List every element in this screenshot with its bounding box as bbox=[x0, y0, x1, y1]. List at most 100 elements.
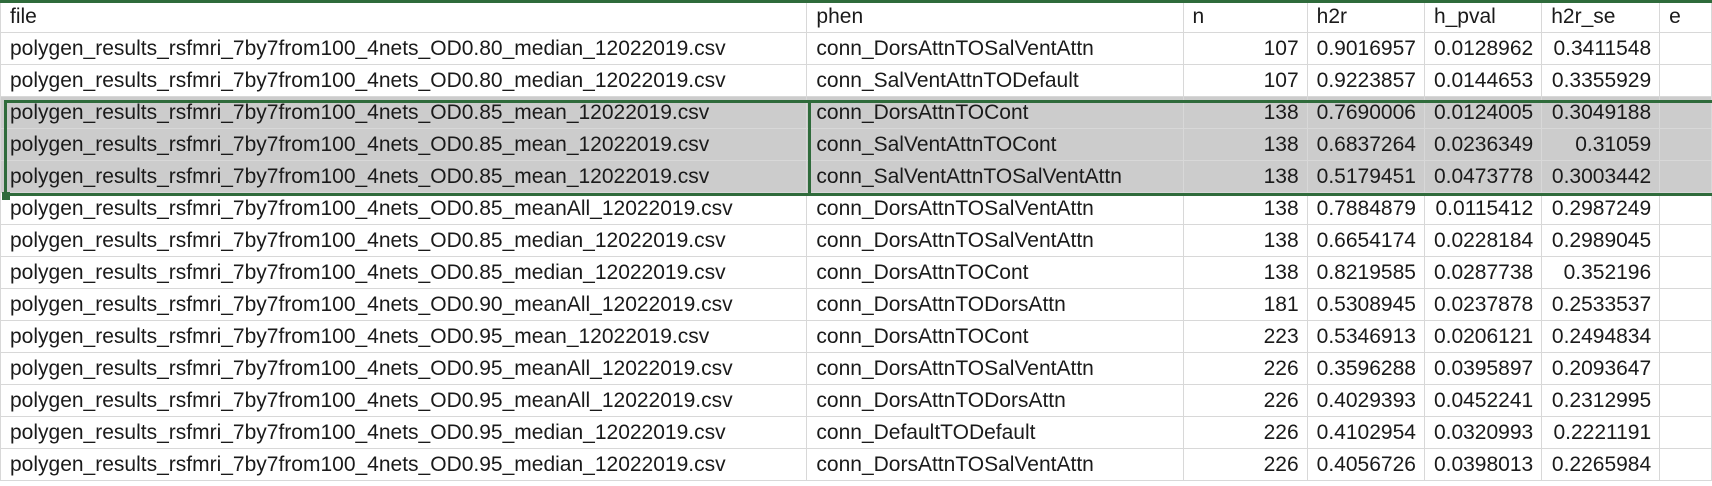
cell-extra[interactable] bbox=[1659, 352, 1712, 385]
cell-n[interactable]: 226 bbox=[1182, 384, 1308, 417]
cell-h-pval[interactable]: 0.0452241 bbox=[1423, 384, 1543, 417]
cell-h2r[interactable]: 0.9016957 bbox=[1306, 32, 1425, 65]
cell-phen[interactable]: conn_DorsAttnTOSalVentAttn bbox=[806, 192, 1184, 225]
cell-extra[interactable] bbox=[1659, 96, 1712, 129]
cell-h2r-se[interactable]: 0.3049188 bbox=[1541, 96, 1661, 129]
cell-file[interactable]: polygen_results_rsfmri_7by7from100_4nets… bbox=[0, 448, 808, 481]
cell-phen[interactable]: conn_DorsAttnTODorsAttn bbox=[806, 288, 1184, 321]
cell-h2r-se[interactable]: 0.2533537 bbox=[1541, 288, 1661, 321]
cell-h2r-se[interactable]: 0.2265984 bbox=[1541, 448, 1661, 481]
cell-phen[interactable]: conn_DorsAttnTOSalVentAttn bbox=[806, 448, 1184, 481]
cell-file[interactable]: polygen_results_rsfmri_7by7from100_4nets… bbox=[0, 96, 808, 129]
cell-h-pval[interactable]: 0.0128962 bbox=[1423, 32, 1543, 65]
cell-h-pval[interactable]: 0.0228184 bbox=[1423, 224, 1543, 257]
cell-file[interactable]: polygen_results_rsfmri_7by7from100_4nets… bbox=[0, 128, 808, 161]
cell-h-pval[interactable]: 0.0287738 bbox=[1423, 256, 1543, 289]
cell-h2r-se[interactable]: 0.2221191 bbox=[1541, 416, 1661, 449]
cell-extra[interactable] bbox=[1659, 448, 1712, 481]
cell-n[interactable]: 138 bbox=[1182, 256, 1308, 289]
cell-h2r-se[interactable]: 0.3003442 bbox=[1541, 160, 1661, 193]
cell-phen[interactable]: conn_DorsAttnTOCont bbox=[806, 256, 1184, 289]
cell-h2r[interactable]: 0.3596288 bbox=[1306, 352, 1425, 385]
cell-h2r[interactable]: 0.5308945 bbox=[1306, 288, 1425, 321]
cell-h2r[interactable]: 0.5179451 bbox=[1306, 160, 1425, 193]
cell-extra[interactable] bbox=[1659, 288, 1712, 321]
cell-n[interactable]: 138 bbox=[1182, 128, 1308, 161]
cell-h-pval[interactable]: 0.0473778 bbox=[1423, 160, 1543, 193]
cell-file[interactable]: polygen_results_rsfmri_7by7from100_4nets… bbox=[0, 32, 808, 65]
cell-extra[interactable] bbox=[1659, 128, 1712, 161]
cell-h-pval[interactable]: 0.0398013 bbox=[1423, 448, 1543, 481]
cell-n[interactable]: 223 bbox=[1182, 320, 1308, 353]
cell-phen[interactable]: conn_SalVentAttnTODefault bbox=[806, 64, 1184, 97]
cell-extra[interactable] bbox=[1659, 320, 1712, 353]
cell-phen[interactable]: conn_DorsAttnTOCont bbox=[806, 96, 1184, 129]
cell-extra[interactable] bbox=[1659, 160, 1712, 193]
fill-handle[interactable] bbox=[2, 192, 10, 200]
cell-h2r[interactable]: 0.7690006 bbox=[1306, 96, 1425, 129]
cell-file[interactable]: polygen_results_rsfmri_7by7from100_4nets… bbox=[0, 288, 808, 321]
cell-h2r-se[interactable]: 0.3411548 bbox=[1541, 32, 1661, 65]
header-cell-extra[interactable]: e bbox=[1659, 0, 1712, 33]
cell-file[interactable]: polygen_results_rsfmri_7by7from100_4nets… bbox=[0, 352, 808, 385]
cell-n[interactable]: 226 bbox=[1182, 416, 1308, 449]
cell-extra[interactable] bbox=[1659, 32, 1712, 65]
cell-h2r[interactable]: 0.4102954 bbox=[1306, 416, 1425, 449]
cell-h2r-se[interactable]: 0.2494834 bbox=[1541, 320, 1661, 353]
cell-file[interactable]: polygen_results_rsfmri_7by7from100_4nets… bbox=[0, 416, 808, 449]
cell-h2r[interactable]: 0.5346913 bbox=[1306, 320, 1425, 353]
cell-h2r[interactable]: 0.4056726 bbox=[1306, 448, 1425, 481]
cell-h-pval[interactable]: 0.0237878 bbox=[1423, 288, 1543, 321]
cell-h2r[interactable]: 0.9223857 bbox=[1306, 64, 1425, 97]
cell-h2r-se[interactable]: 0.2093647 bbox=[1541, 352, 1661, 385]
cell-phen[interactable]: conn_DefaultTODefault bbox=[806, 416, 1184, 449]
cell-extra[interactable] bbox=[1659, 384, 1712, 417]
cell-n[interactable]: 226 bbox=[1182, 352, 1308, 385]
cell-extra[interactable] bbox=[1659, 224, 1712, 257]
cell-phen[interactable]: conn_SalVentAttnTOSalVentAttn bbox=[806, 160, 1184, 193]
cell-phen[interactable]: conn_DorsAttnTOSalVentAttn bbox=[806, 352, 1184, 385]
cell-h2r-se[interactable]: 0.2989045 bbox=[1541, 224, 1661, 257]
cell-h2r[interactable]: 0.4029393 bbox=[1306, 384, 1425, 417]
cell-h2r-se[interactable]: 0.3355929 bbox=[1541, 64, 1661, 97]
cell-file[interactable]: polygen_results_rsfmri_7by7from100_4nets… bbox=[0, 320, 808, 353]
cell-file[interactable]: polygen_results_rsfmri_7by7from100_4nets… bbox=[0, 192, 808, 225]
cell-h2r[interactable]: 0.6654174 bbox=[1306, 224, 1425, 257]
cell-extra[interactable] bbox=[1659, 416, 1712, 449]
cell-h-pval[interactable]: 0.0124005 bbox=[1423, 96, 1543, 129]
cell-h2r[interactable]: 0.6837264 bbox=[1306, 128, 1425, 161]
cell-h-pval[interactable]: 0.0395897 bbox=[1423, 352, 1543, 385]
cell-n[interactable]: 138 bbox=[1182, 160, 1308, 193]
header-cell-n[interactable]: n bbox=[1182, 0, 1308, 33]
cell-file[interactable]: polygen_results_rsfmri_7by7from100_4nets… bbox=[0, 224, 808, 257]
cell-phen[interactable]: conn_DorsAttnTODorsAttn bbox=[806, 384, 1184, 417]
header-cell-phen[interactable]: phen bbox=[806, 0, 1184, 33]
cell-h2r[interactable]: 0.7884879 bbox=[1306, 192, 1425, 225]
header-cell-file[interactable]: file bbox=[0, 0, 808, 33]
cell-h2r-se[interactable]: 0.352196 bbox=[1541, 256, 1661, 289]
header-cell-h2r-se[interactable]: h2r_se bbox=[1541, 0, 1661, 33]
cell-extra[interactable] bbox=[1659, 256, 1712, 289]
cell-n[interactable]: 107 bbox=[1182, 32, 1308, 65]
cell-file[interactable]: polygen_results_rsfmri_7by7from100_4nets… bbox=[0, 384, 808, 417]
header-cell-h-pval[interactable]: h_pval bbox=[1423, 0, 1543, 33]
cell-h-pval[interactable]: 0.0144653 bbox=[1423, 64, 1543, 97]
cell-h-pval[interactable]: 0.0206121 bbox=[1423, 320, 1543, 353]
cell-h-pval[interactable]: 0.0320993 bbox=[1423, 416, 1543, 449]
cell-phen[interactable]: conn_DorsAttnTOSalVentAttn bbox=[806, 32, 1184, 65]
cell-h2r-se[interactable]: 0.31059 bbox=[1541, 128, 1661, 161]
cell-h-pval[interactable]: 0.0236349 bbox=[1423, 128, 1543, 161]
cell-phen[interactable]: conn_DorsAttnTOSalVentAttn bbox=[806, 224, 1184, 257]
cell-n[interactable]: 138 bbox=[1182, 96, 1308, 129]
cell-extra[interactable] bbox=[1659, 64, 1712, 97]
cell-phen[interactable]: conn_SalVentAttnTOCont bbox=[806, 128, 1184, 161]
cell-h2r-se[interactable]: 0.2312995 bbox=[1541, 384, 1661, 417]
cell-file[interactable]: polygen_results_rsfmri_7by7from100_4nets… bbox=[0, 64, 808, 97]
cell-n[interactable]: 138 bbox=[1182, 224, 1308, 257]
cell-h2r[interactable]: 0.8219585 bbox=[1306, 256, 1425, 289]
cell-h2r-se[interactable]: 0.2987249 bbox=[1541, 192, 1661, 225]
header-cell-h2r[interactable]: h2r bbox=[1306, 0, 1425, 33]
cell-n[interactable]: 226 bbox=[1182, 448, 1308, 481]
cell-n[interactable]: 107 bbox=[1182, 64, 1308, 97]
cell-phen[interactable]: conn_DorsAttnTOCont bbox=[806, 320, 1184, 353]
